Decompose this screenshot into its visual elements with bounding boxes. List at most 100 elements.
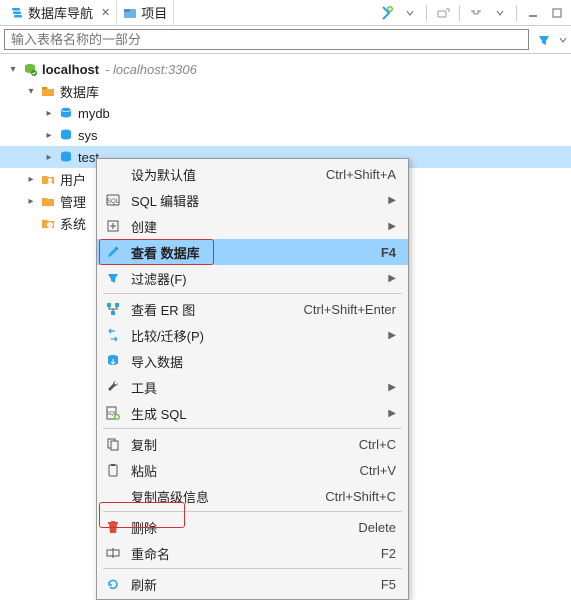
tree-node-db-folder[interactable]: ▾ 数据库 — [0, 80, 571, 102]
collapse-icon[interactable] — [435, 5, 451, 21]
tab-bar: 数据库导航 ✕ 项目 — [0, 0, 571, 26]
diagram-icon — [103, 299, 123, 319]
menu-er-diagram[interactable]: 查看 ER 图 Ctrl+Shift+Enter — [97, 296, 408, 322]
menu-tools[interactable]: 工具 ▶ — [97, 374, 408, 400]
svg-text:SQL: SQL — [107, 199, 120, 205]
menu-refresh[interactable]: 刷新 F5 — [97, 571, 408, 597]
submenu-arrow-icon: ▶ — [388, 408, 396, 419]
database-icon — [58, 105, 74, 121]
menu-shortcut: Ctrl+Shift+Enter — [304, 302, 397, 317]
menu-rename[interactable]: 重命名 F2 — [97, 540, 408, 566]
menu-shortcut: Delete — [358, 520, 396, 535]
menu-label: 粘贴 — [131, 461, 360, 480]
menu-label: 导入数据 — [131, 352, 396, 371]
dropdown-icon[interactable] — [402, 5, 418, 21]
chevron-down-icon[interactable]: ▾ — [24, 84, 38, 98]
menu-label: 复制 — [131, 435, 359, 454]
menu-copy[interactable]: 复制 Ctrl+C — [97, 431, 408, 457]
menu-separator — [103, 428, 402, 429]
node-label: 管理 — [60, 192, 86, 211]
menu-shortcut: Ctrl+C — [359, 437, 396, 452]
menu-delete[interactable]: 删除 Delete — [97, 514, 408, 540]
menu-create[interactable]: 创建 ▶ — [97, 213, 408, 239]
trash-icon — [103, 517, 123, 537]
node-label: sys — [78, 128, 98, 143]
menu-label: 复制高级信息 — [131, 487, 325, 506]
menu-label: 查看 数据库 — [131, 243, 381, 262]
chevron-right-icon[interactable]: ▸ — [42, 128, 56, 142]
menu-sql-editor[interactable]: SQL SQL 编辑器 ▶ — [97, 187, 408, 213]
tab-label: 数据库导航 — [28, 3, 93, 22]
link-editor-icon[interactable] — [468, 5, 484, 21]
menu-filter[interactable]: 过滤器(F) ▶ — [97, 265, 408, 291]
wrench-icon — [103, 377, 123, 397]
chevron-right-icon[interactable]: ▸ — [24, 194, 38, 208]
chevron-right-icon[interactable]: ▸ — [24, 172, 38, 186]
submenu-arrow-icon: ▶ — [388, 382, 396, 393]
new-connection-icon[interactable] — [378, 5, 394, 21]
submenu-arrow-icon: ▶ — [388, 195, 396, 206]
tab-db-navigator[interactable]: 数据库导航 ✕ — [4, 0, 117, 25]
sql-gen-icon: SQL — [103, 403, 123, 423]
menu-label: 设为默认值 — [131, 165, 326, 184]
menu-shortcut: Ctrl+Shift+C — [325, 489, 396, 504]
menu-import[interactable]: 导入数据 — [97, 348, 408, 374]
search-row — [0, 26, 571, 54]
minimize-icon[interactable] — [525, 5, 541, 21]
maximize-icon[interactable] — [549, 5, 565, 21]
node-label: mydb — [78, 106, 110, 121]
users-folder-icon — [40, 171, 56, 187]
close-icon[interactable]: ✕ — [101, 6, 110, 19]
tree-node-database[interactable]: ▸ sys — [0, 124, 571, 146]
menu-gen-sql[interactable]: SQL 生成 SQL ▶ — [97, 400, 408, 426]
submenu-arrow-icon: ▶ — [388, 273, 396, 284]
dropdown-icon[interactable] — [492, 5, 508, 21]
pencil-icon — [103, 242, 123, 262]
info-folder-icon: i — [40, 215, 56, 231]
filter-icon[interactable] — [535, 31, 553, 49]
submenu-arrow-icon: ▶ — [388, 221, 396, 232]
connection-icon — [22, 61, 38, 77]
menu-copy-advanced[interactable]: 复制高级信息 Ctrl+Shift+C — [97, 483, 408, 509]
filter-icon — [103, 268, 123, 288]
menu-label: SQL 编辑器 — [131, 191, 382, 210]
tree-node-connection[interactable]: ▾ localhost - localhost:3306 — [0, 58, 571, 80]
menu-set-default[interactable]: 设为默认值 Ctrl+Shift+A — [97, 161, 408, 187]
rename-icon — [103, 543, 123, 563]
menu-view-database[interactable]: 查看 数据库 F4 — [97, 239, 408, 265]
paste-icon — [103, 460, 123, 480]
menu-shortcut: F4 — [381, 245, 396, 260]
chevron-right-icon[interactable]: ▸ — [42, 150, 56, 164]
refresh-icon — [103, 574, 123, 594]
menu-label: 生成 SQL — [131, 404, 382, 423]
create-icon — [103, 216, 123, 236]
tree-node-database[interactable]: ▸ mydb — [0, 102, 571, 124]
menu-label: 工具 — [131, 378, 382, 397]
tab-projects[interactable]: 项目 — [117, 0, 174, 25]
node-label: 数据库 — [60, 82, 99, 101]
folder-icon — [123, 6, 137, 20]
menu-compare[interactable]: 比较/迁移(P) ▶ — [97, 322, 408, 348]
menu-shortcut: Ctrl+V — [360, 463, 396, 478]
tab-label: 项目 — [141, 3, 167, 22]
folder-icon — [40, 83, 56, 99]
menu-label: 查看 ER 图 — [131, 300, 304, 319]
database-stack-icon — [10, 6, 24, 20]
menu-label: 过滤器(F) — [131, 269, 382, 288]
copy-icon — [103, 434, 123, 454]
menu-shortcut: Ctrl+Shift+A — [326, 167, 396, 182]
menu-label: 刷新 — [131, 575, 381, 594]
admin-folder-icon — [40, 193, 56, 209]
search-input[interactable] — [4, 29, 529, 50]
svg-text:i: i — [49, 223, 50, 229]
compare-icon — [103, 325, 123, 345]
chevron-down-icon[interactable]: ▾ — [6, 62, 20, 76]
dropdown-icon[interactable] — [559, 36, 567, 44]
menu-shortcut: F5 — [381, 577, 396, 592]
import-icon — [103, 351, 123, 371]
menu-paste[interactable]: 粘贴 Ctrl+V — [97, 457, 408, 483]
database-icon — [58, 149, 74, 165]
menu-separator — [103, 568, 402, 569]
chevron-right-icon[interactable]: ▸ — [42, 106, 56, 120]
node-label: 系统 — [60, 214, 86, 233]
